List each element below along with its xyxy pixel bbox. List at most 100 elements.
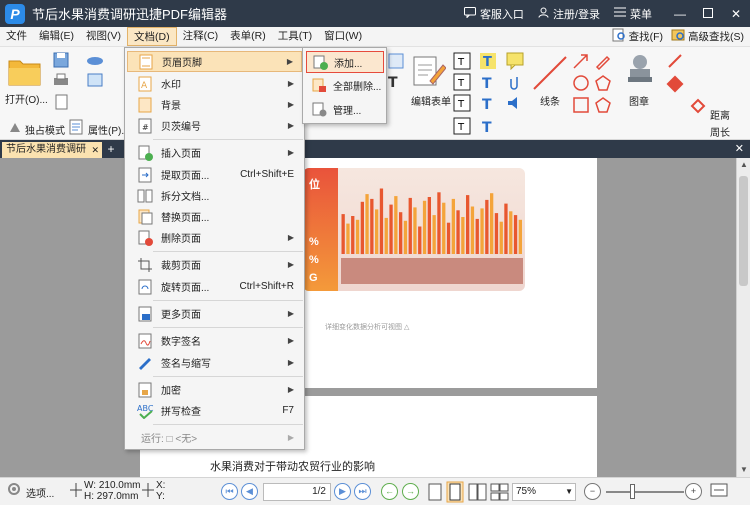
minimize-button[interactable]: — <box>666 0 694 27</box>
next-page-button[interactable]: ▶ <box>334 483 351 500</box>
scroll-thumb[interactable] <box>739 176 748 286</box>
sticky-note-icon[interactable] <box>506 52 524 73</box>
strikeout-icon[interactable]: T <box>479 117 497 138</box>
menu-rotate-pages[interactable]: 旋转页面... Ctrl+Shift+R <box>127 276 302 297</box>
menu-digital-signature[interactable]: 数字签名 ▶ <box>127 330 302 351</box>
close-all-tabs-button[interactable]: ✕ <box>735 142 744 155</box>
menu-form[interactable]: 表单(R) <box>224 27 272 46</box>
menu-crop-pages[interactable]: 裁剪页面 ▶ <box>127 254 302 275</box>
menu-spell-check[interactable]: ABC 拼写检查 F7 <box>127 400 302 421</box>
exclusive-mode-label[interactable]: 独占模式 <box>25 122 65 137</box>
zoom-slider-track[interactable] <box>606 491 684 493</box>
menu-sign-initial[interactable]: 签名与缩写 ▶ <box>127 352 302 373</box>
ocr-icon[interactable] <box>388 53 404 72</box>
distance-icon[interactable] <box>666 52 684 73</box>
support-link[interactable]: 客服入口 <box>463 6 524 22</box>
circle-shape-icon[interactable] <box>572 74 590 95</box>
first-page-button[interactable]: ⏮ <box>221 483 238 500</box>
scroll-up-icon[interactable]: ▲ <box>737 158 750 172</box>
back-button[interactable]: ← <box>381 483 398 500</box>
forward-button[interactable]: → <box>402 483 419 500</box>
menu-bates-numbering[interactable]: # 贝茨编号 ▶ <box>127 115 302 136</box>
document-tab[interactable]: 节后水果消费调研 ✕ <box>2 142 102 158</box>
form-field-icon-3[interactable]: T <box>453 94 471 115</box>
menu-tools[interactable]: 工具(T) <box>272 27 318 46</box>
form-field-icon-4[interactable]: T <box>453 117 471 138</box>
zoom-out-button[interactable]: − <box>584 483 601 500</box>
maximize-button[interactable] <box>694 0 722 27</box>
open-label[interactable]: 打开(O)... <box>5 91 48 106</box>
pencil-shape-icon[interactable] <box>594 52 612 73</box>
area-icon[interactable] <box>689 97 707 118</box>
main-menu-button[interactable]: 菜单 <box>614 6 652 22</box>
menu-background[interactable]: 背景 ▶ <box>127 94 302 115</box>
continuous-page-icon[interactable] <box>446 481 464 505</box>
menu-watermark[interactable]: A 水印 ▶ <box>127 73 302 94</box>
image-icon[interactable] <box>87 72 103 91</box>
lines-label[interactable]: 线条 <box>540 93 560 108</box>
vertical-scrollbar[interactable]: ▲ ▼ <box>736 158 750 477</box>
submenu-manage[interactable]: 管理... <box>306 98 384 120</box>
menu-delete-pages[interactable]: 删除页面 ▶ <box>127 227 302 248</box>
edit-form-label[interactable]: 编辑表单 <box>411 93 451 108</box>
login-link[interactable]: 注册/登录 <box>538 6 600 22</box>
zoom-slider-thumb[interactable] <box>630 484 635 499</box>
new-doc-icon[interactable] <box>53 94 69 113</box>
menu-more-pages[interactable]: 更多页面 ▶ <box>127 303 302 324</box>
select-tool-label[interactable]: 选项... <box>26 485 54 500</box>
callout-icon[interactable]: T <box>479 94 497 115</box>
textbox-icon[interactable]: T <box>479 73 497 94</box>
submenu-remove-all[interactable]: 全部删除... <box>306 74 384 96</box>
tab-close-icon[interactable]: ✕ <box>91 142 99 158</box>
text-tool-icon[interactable]: T <box>388 73 404 94</box>
last-page-button[interactable]: ⏭ <box>354 483 371 500</box>
line-tool-icon[interactable] <box>532 55 568 94</box>
perimeter-label[interactable]: 周长 <box>710 124 730 139</box>
stamp-label[interactable]: 图章 <box>629 93 649 108</box>
submenu-add[interactable]: 添加... <box>306 51 384 73</box>
arrow-shape-icon[interactable] <box>572 52 590 73</box>
exclusive-mode-icon[interactable] <box>8 120 22 137</box>
pentagon-shape-icon[interactable] <box>594 96 612 117</box>
perimeter-icon[interactable] <box>666 75 684 96</box>
menu-header-footer[interactable]: 页眉页脚 ▶ <box>127 51 302 72</box>
menu-replace-pages[interactable]: 替换页面... <box>127 206 302 227</box>
polygon-shape-icon[interactable] <box>594 74 612 95</box>
menu-run[interactable]: 运行: □ <无> ▶ <box>127 427 302 448</box>
save-icon[interactable] <box>53 52 69 71</box>
menu-extract-pages[interactable]: 提取页面... Ctrl+Shift+E <box>127 164 302 185</box>
select-tool-icon[interactable] <box>6 481 22 500</box>
menu-comment[interactable]: 注释(C) <box>177 27 225 46</box>
facing-pages-icon[interactable] <box>468 483 488 504</box>
menu-file[interactable]: 文件 <box>0 27 33 46</box>
menu-insert-pages[interactable]: 插入页面 ▶ <box>127 142 302 163</box>
zoom-select[interactable]: 75% ▼ <box>512 483 576 501</box>
form-field-icon-2[interactable]: T <box>453 73 471 94</box>
menu-edit[interactable]: 编辑(E) <box>33 27 80 46</box>
fit-width-icon[interactable] <box>710 483 728 500</box>
audio-icon[interactable] <box>506 94 524 115</box>
continuous-facing-icon[interactable] <box>490 483 510 504</box>
menu-window[interactable]: 窗口(W) <box>318 27 368 46</box>
prev-page-button[interactable]: ◀ <box>241 483 258 500</box>
menu-view[interactable]: 视图(V) <box>80 27 127 46</box>
typewriter-icon[interactable]: T <box>479 52 497 73</box>
square-shape-icon[interactable] <box>572 96 590 117</box>
attach-icon[interactable] <box>506 73 524 94</box>
properties-icon[interactable] <box>68 119 84 138</box>
advanced-find-button[interactable]: 高级查找(S) <box>671 28 744 45</box>
edit-form-icon[interactable] <box>410 53 447 92</box>
close-button[interactable]: ✕ <box>722 0 750 27</box>
new-tab-button[interactable]: + <box>104 142 118 156</box>
menu-split-document[interactable]: 拆分文档... <box>127 185 302 206</box>
scroll-down-icon[interactable]: ▼ <box>737 463 750 477</box>
form-field-icon-1[interactable]: T <box>453 52 471 73</box>
find-button[interactable]: 查找(F) <box>612 28 663 45</box>
zoom-in-button[interactable]: + <box>685 483 702 500</box>
menu-document[interactable]: 文档(D) <box>127 27 177 46</box>
print-icon[interactable] <box>53 72 69 91</box>
cloud-icon[interactable] <box>86 52 104 69</box>
distance-label[interactable]: 距离 <box>710 107 730 122</box>
menu-encrypt[interactable]: 加密 ▶ <box>127 379 302 400</box>
page-number-input[interactable]: 1/2 <box>263 483 331 501</box>
